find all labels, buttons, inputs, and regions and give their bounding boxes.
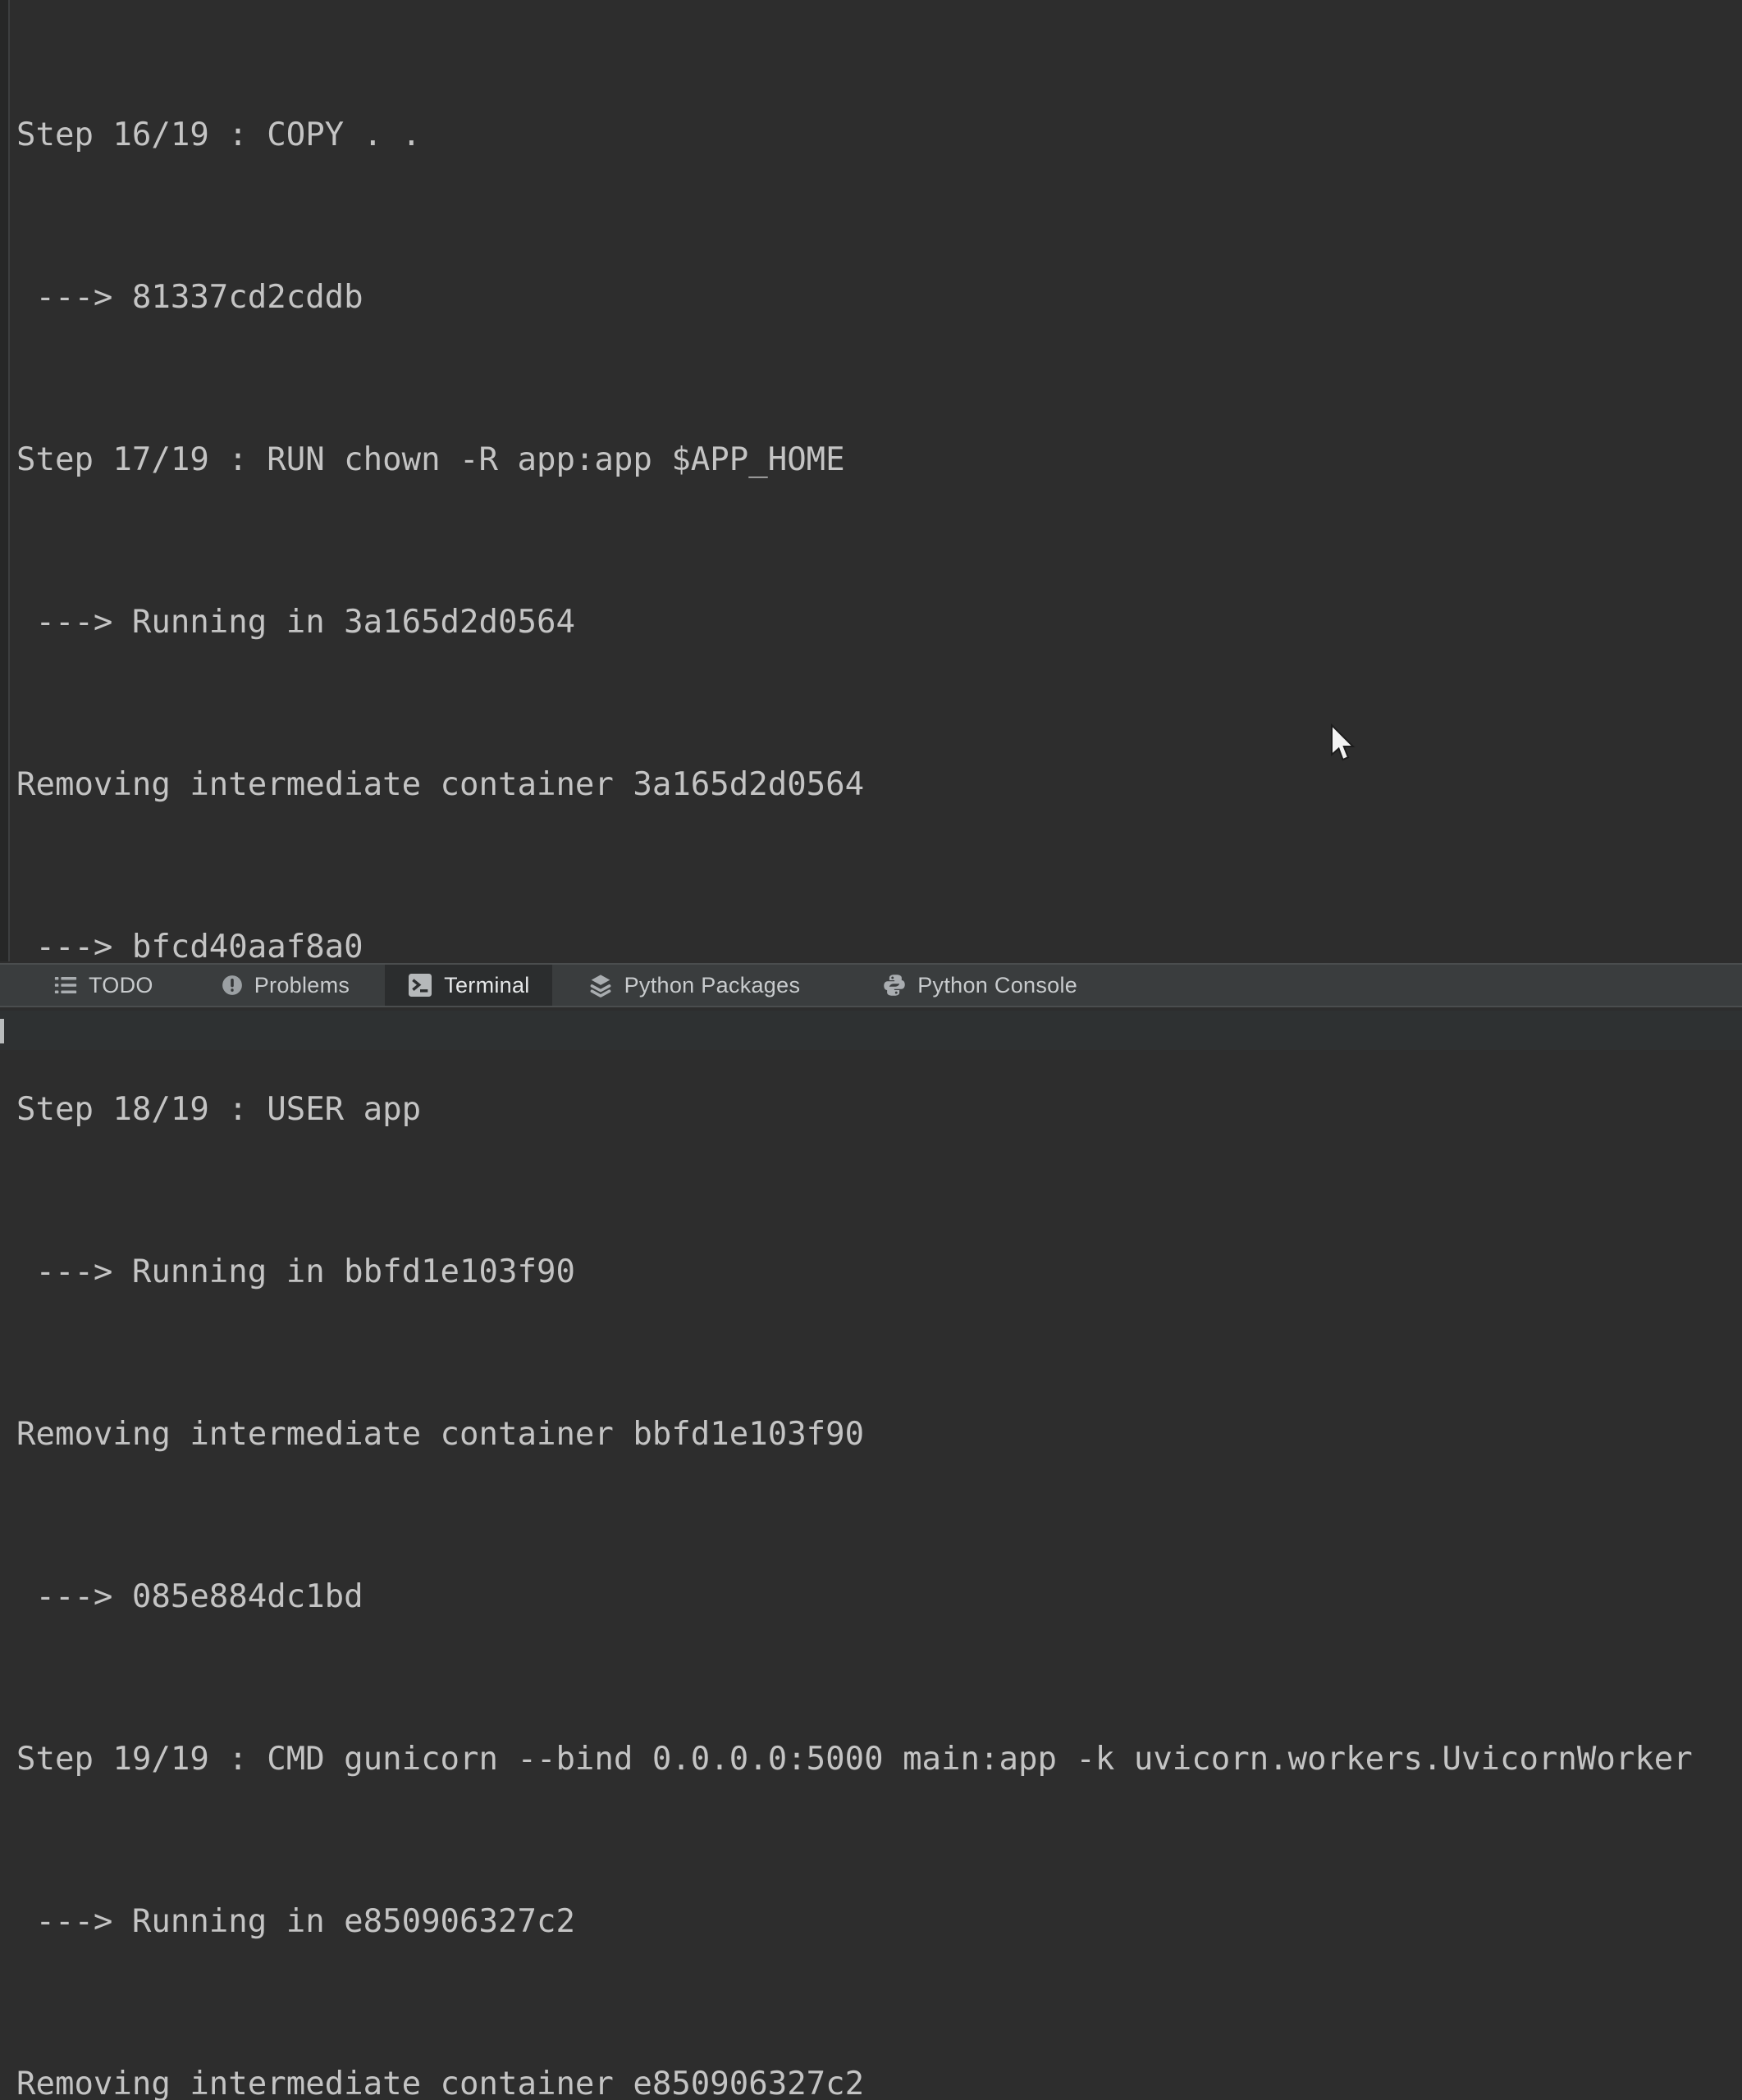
terminal-icon	[409, 974, 432, 997]
terminal-output: Step 16/19 : COPY . . ---> 81337cd2cddb …	[16, 0, 1742, 2100]
tab-python-packages[interactable]: Python Packages	[565, 965, 823, 1006]
tool-window-bar: TODO Problems Terminal Python Packages P…	[0, 963, 1742, 1007]
terminal-line: Step 19/19 : CMD gunicorn --bind 0.0.0.0…	[16, 1741, 1693, 1778]
tab-python-console[interactable]: Python Console	[860, 965, 1100, 1006]
terminal-panel[interactable]: Step 16/19 : COPY . . ---> 81337cd2cddb …	[0, 0, 1742, 2100]
terminal-line: Removing intermediate container 3a165d2d…	[16, 766, 865, 803]
terminal-line: ---> Running in e850906327c2	[16, 1903, 575, 1940]
tab-terminal[interactable]: Terminal	[385, 965, 552, 1006]
problems-icon	[222, 975, 242, 995]
tab-label: Terminal	[444, 972, 530, 998]
status-corner-mark	[0, 1019, 4, 1043]
tab-label: Python Packages	[624, 972, 801, 998]
terminal-line: Removing intermediate container e8509063…	[16, 2066, 865, 2100]
layers-icon	[590, 975, 611, 998]
python-icon	[884, 975, 905, 996]
terminal-line: ---> 81337cd2cddb	[16, 279, 363, 316]
terminal-line: ---> Running in 3a165d2d0564	[16, 604, 575, 641]
terminal-left-gutter	[0, 0, 10, 961]
tab-label: TODO	[89, 972, 153, 998]
terminal-line: Step 18/19 : USER app	[16, 1091, 422, 1128]
mouse-cursor-icon	[1331, 724, 1356, 761]
tab-label: Problems	[254, 972, 350, 998]
tab-todo[interactable]: TODO	[31, 965, 176, 1006]
terminal-line: ---> 085e884dc1bd	[16, 1578, 363, 1615]
status-bar	[0, 1011, 1742, 1050]
terminal-line: Removing intermediate container bbfd1e10…	[16, 1416, 865, 1453]
tab-label: Python Console	[917, 972, 1078, 998]
terminal-line: Step 16/19 : COPY . .	[16, 116, 422, 153]
terminal-line: Step 17/19 : RUN chown -R app:app $APP_H…	[16, 441, 845, 478]
todo-list-icon	[54, 977, 77, 993]
tab-problems[interactable]: Problems	[199, 965, 372, 1006]
terminal-line: ---> Running in bbfd1e103f90	[16, 1253, 575, 1290]
